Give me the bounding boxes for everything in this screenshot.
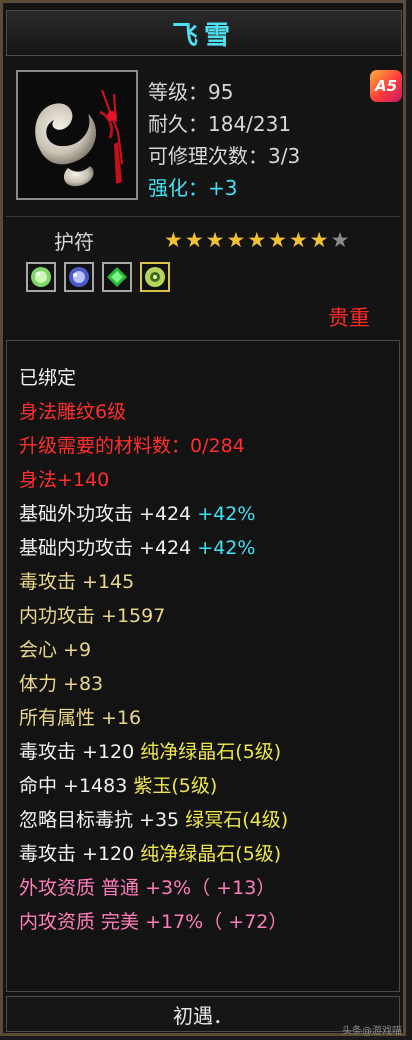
level-label: 等级： [148, 80, 208, 104]
enhance-label: 强化： [148, 176, 208, 200]
green-gem-icon[interactable] [26, 262, 56, 292]
level-value: 95 [208, 80, 234, 104]
star-rating: ★ ★ ★ ★ ★ ★ ★ ★ ★ [164, 230, 349, 251]
poison-attack-stat: 毒攻击 +145 [19, 571, 135, 593]
gem1-row: 毒攻击 +120 纯净绿晶石(5级) [19, 737, 281, 764]
base-ext-attack-pct: +42% [197, 503, 256, 525]
watermark: 头条@游戏喵 [342, 1026, 402, 1037]
repair-row: 可修理次数：3/3 [148, 140, 300, 169]
gem2-stat: 命中 +1483 [19, 775, 128, 797]
base-int-attack-label: 基础内功攻击 +424 [19, 537, 192, 559]
gem3-name: 绿冥石(4级) [185, 809, 289, 831]
gem1-stat: 毒攻击 +120 [19, 741, 135, 763]
durability-label: 耐久： [148, 112, 208, 136]
gem4-stat: 毒攻击 +120 [19, 843, 135, 865]
star-filled-icon: ★ [309, 228, 329, 252]
gem4-name: 纯净绿晶石(5级) [140, 843, 282, 865]
item-header: 等级：95 耐久：184/231 可修理次数：3/3 强化：+3 A5 [6, 66, 402, 217]
emerald-gem-icon[interactable] [102, 262, 132, 292]
upgrade-material-value: 0/284 [190, 435, 245, 457]
enhance-row: 强化：+3 [148, 172, 237, 201]
jade-amulet-icon [18, 72, 136, 198]
item-category: 护符 [54, 230, 94, 254]
crit-stat: 会心 +9 [19, 639, 92, 661]
ext-aptitude: 外攻资质 普通 +3%（ +13） [19, 877, 276, 899]
repair-label: 可修理次数： [148, 144, 268, 168]
star-filled-icon: ★ [205, 228, 225, 252]
rarity-label: 贵重 [328, 306, 370, 330]
base-int-attack-row: 基础内功攻击 +424 +42% [19, 533, 255, 560]
base-ext-attack-row: 基础外功攻击 +424 +42% [19, 499, 255, 526]
stamina-stat: 体力 +83 [19, 673, 104, 695]
item-portrait [16, 70, 138, 200]
agility-bonus: 身法+140 [19, 469, 110, 491]
star-filled-icon: ★ [184, 228, 204, 252]
repair-value: 3/3 [268, 144, 301, 168]
gem3-row: 忽略目标毒抗 +35 绿冥石(4级) [19, 805, 288, 832]
upgrade-material-row: 升级需要的材料数：0/284 [19, 431, 245, 458]
star-empty-icon: ★ [330, 228, 350, 252]
grade-badge-icon: A5 [370, 70, 402, 102]
blue-gem-icon[interactable] [64, 262, 94, 292]
item-type-section: 护符 ★ ★ ★ ★ ★ ★ ★ ★ ★ 贵重 [6, 218, 400, 340]
durability-value: 184/231 [208, 112, 292, 136]
internal-attack-stat: 内功攻击 +1597 [19, 605, 166, 627]
star-filled-icon: ★ [268, 228, 287, 252]
star-filled-icon: ★ [247, 228, 267, 252]
gem2-row: 命中 +1483 紫玉(5级) [19, 771, 217, 798]
base-ext-attack-label: 基础外功攻击 +424 [19, 503, 192, 525]
upgrade-material-label: 升级需要的材料数： [19, 435, 191, 457]
gem2-name: 紫玉(5级) [133, 775, 218, 797]
footer-text: 初遇． [6, 996, 400, 1032]
enhance-value: +3 [208, 176, 238, 200]
all-attributes-stat: 所有属性 +16 [19, 707, 142, 729]
gem3-stat: 忽略目标毒抗 +35 [19, 809, 180, 831]
item-name: 飞雪 [171, 20, 236, 51]
item-details-panel: 已绑定 身法雕纹6级 升级需要的材料数：0/284 身法+140 基础外功攻击 … [6, 340, 400, 992]
level-row: 等级：95 [148, 76, 233, 105]
gem4-row: 毒攻击 +120 纯净绿晶石(5级) [19, 839, 281, 866]
bound-status: 已绑定 [19, 367, 77, 389]
item-title-bar: 飞雪 [6, 10, 402, 56]
gem1-name: 纯净绿晶石(5级) [140, 741, 282, 763]
base-int-attack-pct: +42% [197, 537, 256, 559]
star-filled-icon: ★ [288, 228, 308, 252]
star-filled-icon: ★ [164, 228, 183, 252]
star-filled-icon: ★ [226, 228, 246, 252]
jade-gem-icon[interactable] [140, 262, 170, 292]
engraving-line: 身法雕纹6级 [19, 401, 127, 423]
int-aptitude: 内攻资质 完美 +17%（ +72） [19, 911, 288, 933]
durability-row: 耐久：184/231 [148, 108, 291, 137]
